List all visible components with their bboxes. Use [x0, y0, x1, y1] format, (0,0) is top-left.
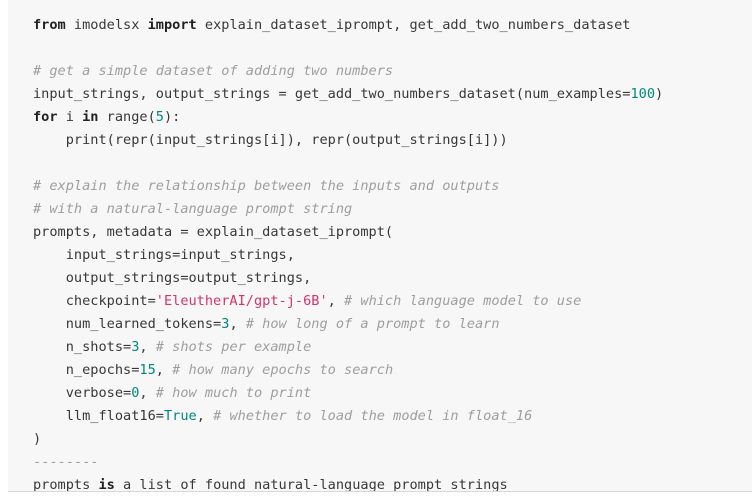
code-token-nm: prompts, metadata = explain_dataset_ipro…: [33, 224, 394, 240]
code-token-nm: ,: [139, 385, 156, 401]
code-content[interactable]: from imodelsx import explain_dataset_ipr…: [8, 0, 752, 492]
code-line: --------: [33, 451, 752, 474]
code-line: n_epochs=15, # how many epochs to search: [33, 359, 752, 382]
code-token-dash: --------: [33, 454, 99, 470]
code-token-nm: range(: [98, 109, 156, 125]
code-token-nm: verbose=: [33, 385, 132, 401]
code-token-nm: input_strings=input_strings,: [33, 247, 295, 263]
code-token-num: 100: [630, 86, 656, 102]
code-token-cmt: # which language model to use: [344, 293, 582, 309]
code-token-nm: ,: [229, 316, 246, 332]
code-token-nm: ): [655, 86, 664, 102]
code-line: llm_float16=True, # whether to load the …: [33, 405, 752, 428]
code-token-kw: import: [147, 17, 197, 33]
code-token-nm: output_strings=output_strings,: [33, 270, 312, 286]
code-line: n_shots=3, # shots per example: [33, 336, 752, 359]
code-line: ): [33, 428, 752, 451]
code-token-nm: checkpoint=: [33, 293, 156, 309]
code-line: prompts, metadata = explain_dataset_ipro…: [33, 221, 752, 244]
code-token-num: 5: [155, 109, 164, 125]
code-line: # get a simple dataset of adding two num…: [33, 60, 752, 83]
code-token-nm: print(repr(input_strings[i]), repr(outpu…: [33, 132, 508, 148]
code-token-kw: from: [33, 17, 66, 33]
code-token-nm: n_epochs=: [33, 362, 140, 378]
code-block: from imodelsx import explain_dataset_ipr…: [8, 0, 752, 492]
code-token-nm: ,: [196, 408, 214, 424]
code-token-nm: num_learned_tokens=: [33, 316, 222, 332]
code-token-cmt: # whether to load the model in float_16: [213, 408, 533, 424]
code-token-nm: ):: [163, 109, 181, 125]
code-token-str: 'EleutherAI/gpt-j-6B': [155, 293, 328, 309]
code-token-nm: prompts: [33, 477, 99, 492]
code-token-cmt: # how long of a prompt to learn: [245, 316, 500, 332]
code-line: input_strings, output_strings = get_add_…: [33, 83, 752, 106]
code-line: # with a natural-language prompt string: [33, 198, 752, 221]
code-token-cmt: # how many epochs to search: [172, 362, 394, 378]
code-token-nm: ,: [327, 293, 345, 309]
code-token-nm: ): [33, 431, 42, 447]
code-token-nm: llm_float16=: [33, 408, 164, 424]
code-token-cmt: # explain the relationship between the i…: [33, 178, 500, 194]
code-token-kw: is: [98, 477, 115, 492]
code-token-nm: imodelsx: [65, 17, 148, 33]
code-line: num_learned_tokens=3, # how long of a pr…: [33, 313, 752, 336]
code-token-kw: in: [82, 109, 99, 125]
code-line: for i in range(5):: [33, 106, 752, 129]
code-token-nm: ,: [139, 339, 156, 355]
code-line: input_strings=input_strings,: [33, 244, 752, 267]
code-token-cmt: # shots per example: [155, 339, 312, 355]
code-token-kw: for: [33, 109, 58, 125]
code-token-nm: a list of found natural-language prompt …: [114, 477, 508, 492]
code-line: output_strings=output_strings,: [33, 267, 752, 290]
code-token-cmt: # with a natural-language prompt string: [33, 201, 353, 217]
code-token-nm: i: [57, 109, 83, 125]
code-line: # explain the relationship between the i…: [33, 175, 752, 198]
code-token-num: 15: [139, 362, 156, 378]
code-token-cmt: # how much to print: [155, 385, 312, 401]
code-token-bln: True: [163, 408, 197, 424]
code-token-nm: n_shots=: [33, 339, 132, 355]
code-token-nm: ,: [155, 362, 173, 378]
code-token-nm: input_strings, output_strings = get_add_…: [33, 86, 631, 102]
code-token-nm: explain_dataset_iprompt, get_add_two_num…: [196, 17, 631, 33]
code-line: verbose=0, # how much to print: [33, 382, 752, 405]
code-line: checkpoint='EleutherAI/gpt-j-6B', # whic…: [33, 290, 752, 313]
code-line: print(repr(input_strings[i]), repr(outpu…: [33, 129, 752, 152]
code-line: from imodelsx import explain_dataset_ipr…: [33, 14, 752, 37]
code-token-cmt: # get a simple dataset of adding two num…: [33, 63, 394, 79]
code-line: prompts is a list of found natural-langu…: [33, 474, 752, 492]
